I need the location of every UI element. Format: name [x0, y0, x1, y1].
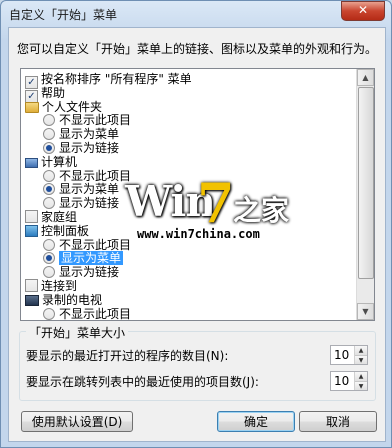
- radio-unselected[interactable]: [43, 114, 55, 127]
- dialog-body: 您可以自定义「开始」菜单上的链接、图标以及菜单的外观和行为。 ✓ 按名称排序 "所…: [8, 27, 386, 442]
- tree-item-label: 显示为菜单: [59, 182, 120, 197]
- radio-unselected[interactable]: [43, 307, 55, 320]
- ok-button[interactable]: 确定: [217, 411, 295, 432]
- tree-radio-row[interactable]: 不显示此项目: [43, 169, 131, 184]
- watermark-home-text: 之家: [233, 194, 290, 227]
- control-panel-icon: [25, 224, 38, 237]
- tree-item-label: 显示为菜单: [59, 127, 120, 142]
- jump-list-value[interactable]: 10: [334, 374, 349, 388]
- tree-radio-row[interactable]: 显示为链接: [43, 141, 119, 156]
- tree-item-label: 录制的电视: [42, 292, 103, 307]
- radio-unselected[interactable]: [43, 238, 55, 251]
- vertical-scrollbar[interactable]: ▲ ▼: [356, 69, 374, 320]
- tree-radio-row[interactable]: 显示为链接: [43, 196, 119, 211]
- title-bar: 自定义「开始」菜单 ✕: [1, 1, 391, 27]
- tree-item-label: 显示为菜单: [59, 251, 124, 266]
- tree-item-label: 家庭组: [41, 210, 78, 224]
- tree-checkbox-row[interactable]: 家庭组: [25, 210, 77, 225]
- tree-group-header: 录制的电视: [25, 293, 102, 308]
- tree-radio-row[interactable]: 显示为链接: [43, 265, 119, 280]
- recent-programs-spinner[interactable]: 10 ▲ ▼: [330, 345, 368, 365]
- tree-group-header: 计算机: [25, 155, 77, 170]
- recent-programs-value[interactable]: 10: [334, 348, 349, 362]
- radio-unselected[interactable]: [43, 169, 55, 182]
- tree-item-label: 计算机: [41, 154, 78, 169]
- tree-checkbox-row[interactable]: ✓ 帮助: [25, 85, 66, 103]
- tree-item-label: 按名称排序 "所有程序" 菜单: [41, 72, 192, 86]
- tv-icon: [25, 294, 39, 306]
- tree-radio-row[interactable]: 不显示此项目: [43, 238, 131, 253]
- scroll-down-button[interactable]: ▼: [357, 303, 374, 320]
- tree-radio-row[interactable]: 不显示此项目: [43, 113, 131, 128]
- cancel-button[interactable]: 取消: [299, 411, 377, 432]
- tree-item-label: 显示为链接: [59, 265, 120, 280]
- jump-list-label: 要显示在跳转列表中的最近使用的项目数(J):: [26, 375, 259, 389]
- customize-start-menu-dialog: 自定义「开始」菜单 ✕ 您可以自定义「开始」菜单上的链接、图标以及菜单的外观和行…: [0, 0, 392, 448]
- use-default-settings-button[interactable]: 使用默认设置(D): [21, 411, 133, 432]
- tree-checkbox-row[interactable]: 连接到: [25, 279, 77, 294]
- folder-icon: [25, 101, 39, 113]
- tree-item-label: 显示为链接: [59, 196, 120, 211]
- checkbox-unchecked[interactable]: [25, 210, 38, 223]
- window-title: 自定义「开始」菜单: [9, 8, 118, 22]
- scroll-thumb[interactable]: [358, 87, 374, 279]
- tree-item-label: 不显示此项目: [59, 306, 132, 321]
- win7china-watermark: Win 7 之家 www.win7china.com: [121, 171, 341, 247]
- tree-item-label: 帮助: [41, 85, 66, 100]
- tree-group-header: 个人文件夹: [25, 100, 102, 115]
- tree-radio-row[interactable]: 不显示此项目: [43, 306, 132, 321]
- radio-selected[interactable]: [43, 183, 55, 196]
- radio-unselected[interactable]: [43, 197, 55, 210]
- dialog-description: 您可以自定义「开始」菜单上的链接、图标以及菜单的外观和行为。: [17, 42, 378, 56]
- tree-group-header: 控制面板: [25, 224, 89, 239]
- spin-up-icon[interactable]: ▲: [355, 346, 367, 355]
- radio-selected[interactable]: [43, 252, 55, 265]
- start-menu-size-title: 「开始」菜单大小: [26, 324, 129, 341]
- tree-item-label: 连接到: [41, 279, 78, 293]
- radio-unselected[interactable]: [43, 128, 55, 141]
- tree-radio-row[interactable]: 显示为菜单: [43, 127, 119, 142]
- tree-item-label: 控制面板: [41, 223, 90, 238]
- watermark-url: www.win7china.com: [137, 227, 260, 241]
- recent-programs-spin-buttons[interactable]: ▲ ▼: [354, 346, 367, 364]
- radio-selected[interactable]: [43, 142, 55, 154]
- start-menu-options-list[interactable]: ✓ 按名称排序 "所有程序" 菜单 ✓ 帮助 个人文件夹 不显示此项目 显示为菜单 显示为链接…: [20, 68, 375, 321]
- spin-up-icon[interactable]: ▲: [355, 372, 367, 381]
- close-button[interactable]: ✕: [341, 1, 385, 21]
- radio-unselected[interactable]: [43, 266, 55, 279]
- checkbox-unchecked[interactable]: [25, 279, 38, 292]
- tree-item-label: 个人文件夹: [42, 99, 103, 114]
- spin-down-icon[interactable]: ▼: [355, 355, 367, 364]
- watermark-seven-text: 7: [197, 171, 235, 235]
- tree-item-label: 不显示此项目: [59, 113, 132, 128]
- spin-down-icon[interactable]: ▼: [355, 381, 367, 390]
- tree-checkbox-row[interactable]: ✓ 按名称排序 "所有程序" 菜单: [25, 72, 192, 89]
- jump-list-spinner[interactable]: 10 ▲ ▼: [330, 371, 368, 391]
- computer-icon: [25, 157, 38, 168]
- start-menu-size-group: 「开始」菜单大小 要显示的最近打开过的程序的数目(N): 10 ▲ ▼ 要显示在…: [19, 324, 376, 401]
- tree-item-label: 显示为链接: [59, 141, 120, 155]
- recent-programs-label: 要显示的最近打开过的程序的数目(N):: [26, 349, 229, 363]
- scroll-up-button[interactable]: ▲: [357, 69, 374, 86]
- jump-list-spin-buttons[interactable]: ▲ ▼: [354, 372, 367, 390]
